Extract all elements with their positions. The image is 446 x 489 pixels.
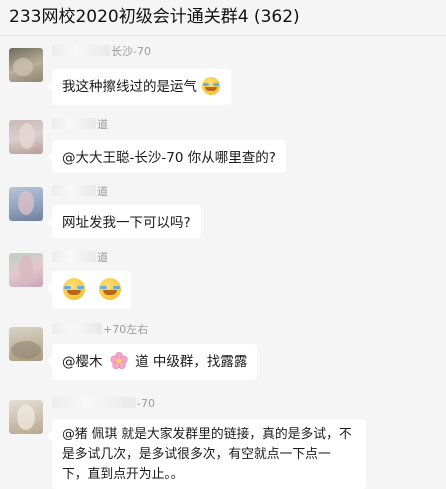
name-redaction xyxy=(52,185,96,196)
message: -70 @猪 佩琪 就是大家发群里的链接，真的是多试，不是多试几次，是多试很多次… xyxy=(0,393,446,489)
avatar[interactable] xyxy=(9,327,43,361)
sender-name: 道 xyxy=(52,118,108,132)
message-bubble[interactable]: @樱木 道 中级群，找露露 xyxy=(46,344,258,380)
name-redaction xyxy=(52,45,110,56)
sender-name: 道 xyxy=(52,251,108,265)
message-text: @猪 佩琪 就是大家发群里的链接，真的是多试，不是多试几次，是多试很多次，有空就… xyxy=(62,427,352,482)
message-text-after: 道 中级群，找露露 xyxy=(135,354,248,370)
message-text-before: @樱木 xyxy=(62,354,103,370)
chat-header: 233网校2020初级会计通关群4 (362) xyxy=(0,0,446,36)
sender-name: 长沙-70 xyxy=(52,45,151,59)
avatar[interactable] xyxy=(9,48,43,82)
message-text: @大大王聪-长沙-70 你从哪里查的? xyxy=(62,150,276,166)
message: 道 xyxy=(0,248,446,312)
avatar[interactable] xyxy=(9,400,43,434)
laugh-cry-emoji-icon xyxy=(63,278,85,300)
name-redaction xyxy=(52,397,136,408)
laugh-cry-emoji-icon xyxy=(99,278,122,300)
message: 长沙-70 我这种擦线过的是运气 xyxy=(0,41,446,109)
cherry-blossom-icon xyxy=(110,352,128,370)
avatar[interactable] xyxy=(9,253,43,287)
message-bubble[interactable]: 网址发我一下可以吗? xyxy=(47,205,201,238)
chat-title: 233网校2020初级会计通关群4 (362) xyxy=(9,7,300,27)
name-redaction xyxy=(52,323,102,334)
message: 道 网址发我一下可以吗? xyxy=(0,180,446,242)
avatar[interactable] xyxy=(9,187,43,221)
sender-name: 道 xyxy=(52,185,108,199)
message-text: 网址发我一下可以吗? xyxy=(62,215,191,231)
message-bubble[interactable]: @大大王聪-长沙-70 你从哪里查的? xyxy=(47,140,286,173)
avatar[interactable] xyxy=(9,120,43,154)
laugh-cry-emoji-icon xyxy=(202,77,221,95)
name-redaction xyxy=(52,251,96,262)
message-bubble[interactable]: 我这种擦线过的是运气 xyxy=(46,69,232,105)
message-bubble[interactable]: @猪 佩琪 就是大家发群里的链接，真的是多试，不是多试几次，是多试很多次，有空就… xyxy=(47,419,366,489)
sender-name: +70左右 xyxy=(52,323,148,337)
name-redaction xyxy=(52,118,96,129)
message: +70左右 @樱木 道 中级群，找露露 xyxy=(0,320,446,388)
sender-name: -70 xyxy=(52,397,155,411)
message-text: 我这种擦线过的是运气 xyxy=(62,79,197,95)
message-bubble[interactable] xyxy=(47,271,131,309)
message: 道 @大大王聪-长沙-70 你从哪里查的? xyxy=(0,113,446,175)
